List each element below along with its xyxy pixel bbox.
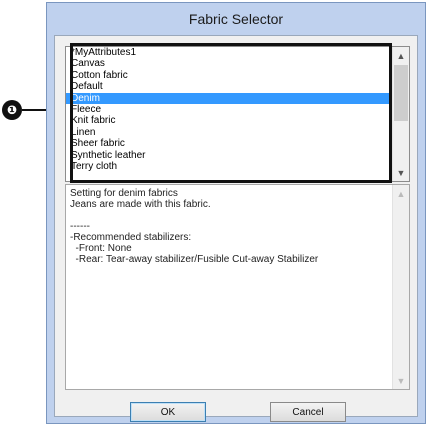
fabric-list-item[interactable]: Linen: [66, 127, 392, 138]
callout-number-badge: ❶: [2, 100, 22, 120]
scroll-down-icon[interactable]: ▼: [393, 164, 409, 181]
fabric-list-item[interactable]: Sheer fabric: [66, 138, 392, 149]
scroll-up-icon[interactable]: ▲: [393, 185, 409, 202]
fabric-list-item[interactable]: Default: [66, 81, 392, 92]
fabric-description-text: Setting for denim fabrics Jeans are made…: [70, 188, 319, 265]
fabric-description-box: Setting for denim fabrics Jeans are made…: [65, 184, 410, 390]
scroll-thumb[interactable]: [394, 65, 408, 121]
fabric-list[interactable]: *MyAttributes1 Canvas Cotton fabric Default…: [65, 46, 410, 182]
fabric-list-item[interactable]: Terry cloth: [66, 161, 392, 172]
scroll-down-icon[interactable]: ▼: [393, 372, 409, 389]
scroll-up-icon[interactable]: ▲: [393, 47, 409, 64]
fabric-list-item[interactable]: Synthetic leather: [66, 150, 392, 161]
fabric-list-item[interactable]: *MyAttributes1: [66, 47, 392, 58]
cancel-button[interactable]: Cancel: [270, 402, 346, 422]
fabric-selector-dialog: Fabric Selector *MyAttributes1 Canvas Cott…: [46, 2, 426, 424]
ok-button[interactable]: OK: [130, 402, 206, 422]
fabric-list-item[interactable]: Fleece: [66, 104, 392, 115]
fabric-list-item[interactable]: Canvas: [66, 58, 392, 69]
fabric-list-scrollbar[interactable]: ▲ ▼: [392, 47, 409, 181]
dialog-client-area: *MyAttributes1 Canvas Cotton fabric Default…: [54, 35, 418, 422]
fabric-list-item[interactable]: Denim: [66, 92, 392, 104]
description-scrollbar[interactable]: ▲ ▼: [392, 185, 409, 389]
fabric-list-items: *MyAttributes1 Canvas Cotton fabric Default…: [66, 47, 392, 181]
fabric-list-item[interactable]: Knit fabric: [66, 115, 392, 126]
dialog-title: Fabric Selector: [188, 11, 284, 27]
fabric-list-item[interactable]: Cotton fabric: [66, 70, 392, 81]
